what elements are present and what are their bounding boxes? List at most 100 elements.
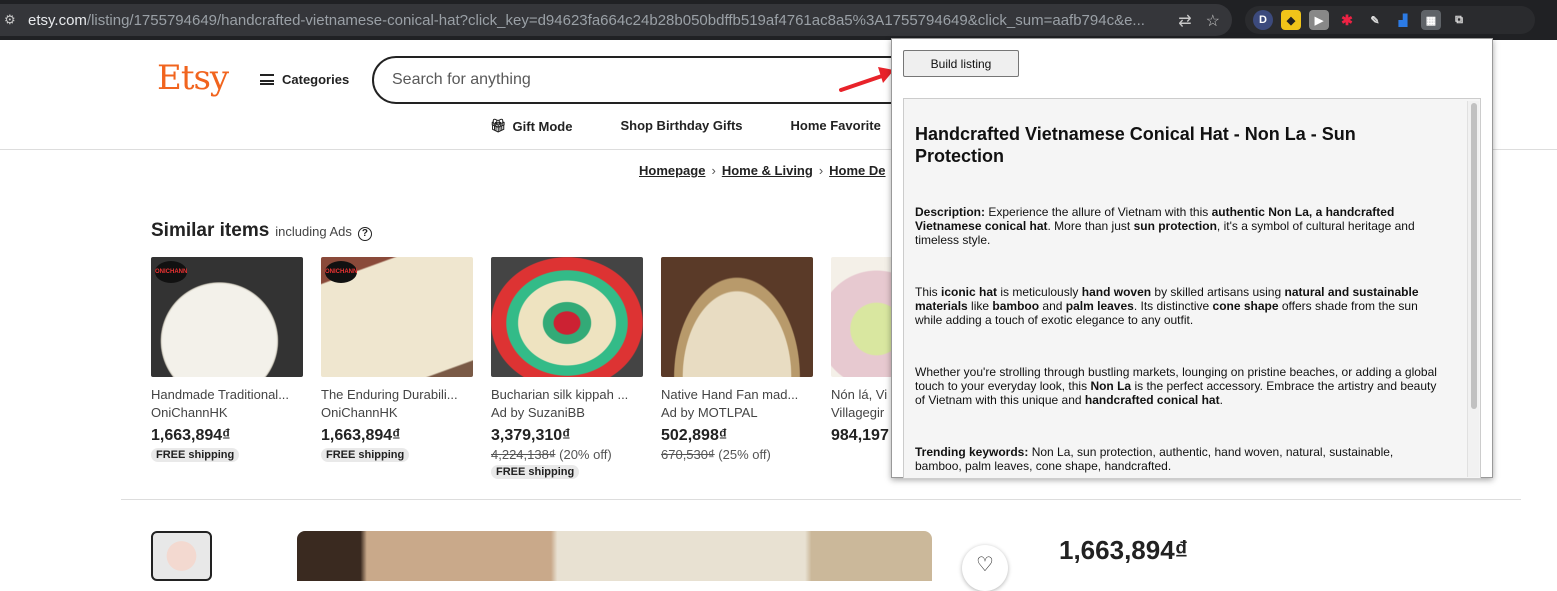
extension-chart-icon[interactable]: ▟ [1393,10,1413,30]
extension-d-icon[interactable]: D [1253,10,1273,30]
free-shipping-badge: FREE shipping [321,448,410,462]
original-price: 4,224,138₫ [491,447,556,462]
free-shipping-badge: FREE shipping [151,448,240,462]
listing-price: 1,663,894₫ [1059,535,1189,565]
url-path: /listing/1755794649/handcrafted-vietname… [86,11,1145,29]
product-title[interactable]: Handmade Traditional... [151,387,303,402]
extension-listing-builder-icon[interactable]: ▦ [1421,10,1441,30]
etsy-logo[interactable]: Etsy [157,58,229,98]
similar-items-subtitle: including Ads [275,224,352,239]
extensions-puzzle-icon[interactable]: ⧉ [1449,10,1469,30]
bold-span: bamboo [992,299,1040,313]
generated-listing-content[interactable]: Handcrafted Vietnamese Conical Hat - Non… [903,98,1481,479]
keywords-label: Trending keywords: [915,445,1029,459]
text-span: . [1219,393,1223,407]
text-span: . More than just [1047,219,1134,233]
extension-spider-icon[interactable]: ✱ [1337,10,1357,30]
product-card[interactable]: ONICHANN The Enduring Durabili... OniCha… [321,257,473,480]
product-card[interactable]: ONICHANN Handmade Traditional... OniChan… [151,257,303,480]
product-image[interactable] [491,257,643,377]
product-price: 3,379,310₫ [491,427,571,444]
bold-span: Non La [1090,379,1132,393]
product-card[interactable]: Native Hand Fan mad... Ad by MOTLPAL 502… [661,257,813,480]
product-card[interactable]: Bucharian silk kippah ... Ad by SuzaniBB… [491,257,643,480]
bold-span: palm leaves [1065,299,1134,313]
text-span: and [1039,299,1066,313]
build-listing-button[interactable]: Build listing [903,50,1019,77]
listing-thumbnail[interactable] [151,531,212,581]
materials-paragraph: This iconic hat is meticulously hand wov… [915,285,1442,327]
product-title[interactable]: Native Hand Fan mad... [661,387,813,402]
listing-main-image[interactable] [297,531,932,581]
sub-navigation: 🎁︎ Gift Mode Shop Birthday Gifts Home Fa… [490,118,881,134]
section-divider [121,499,1521,500]
similar-items-heading: Similar items including Ads ? [151,220,372,242]
breadcrumb-home-living[interactable]: Home & Living [722,163,813,178]
description-label: Description: [915,205,986,219]
shop-birthday-gifts-link[interactable]: Shop Birthday Gifts [620,118,742,134]
breadcrumb-homepage[interactable]: Homepage [639,163,705,178]
usage-paragraph: Whether you're strolling through bustlin… [915,365,1442,407]
product-price: 1,663,894₫ [151,427,231,444]
product-title[interactable]: Bucharian silk kippah ... [491,387,643,402]
product-image[interactable]: ONICHANN [151,257,303,377]
shop-name: Ad by SuzaniBB [491,405,585,420]
favorite-heart-icon[interactable]: ♡ [962,545,1008,591]
help-icon[interactable]: ? [357,227,372,241]
extension-play-icon[interactable]: ▶ [1309,10,1329,30]
bold-span: hand woven [1081,285,1152,299]
keywords-paragraph: Trending keywords: Non La, sun protectio… [915,445,1442,473]
site-settings-icon[interactable]: ⚙ [4,12,20,28]
description-paragraph: Description: Experience the allure of Vi… [915,205,1442,247]
shop-name: OniChannHK [151,405,228,420]
menu-icon [260,74,274,85]
shop-logo-icon: ONICHANN [155,261,187,283]
discount-percent: (25% off) [718,447,771,462]
bookmark-star-icon[interactable]: ☆ [1206,11,1220,31]
product-price: 1,663,894₫ [321,427,401,444]
text-span: Experience the allure of Vietnam with th… [985,205,1212,219]
gift-mode-label: Gift Mode [512,118,573,134]
text-span: is meticulously [997,285,1082,299]
extensions-area: D ◆ ▶ ✱ ✎ ▟ ▦ ⧉ [1245,6,1535,34]
translate-icon[interactable]: ⇄ [1178,11,1191,31]
url-domain: etsy.com [28,11,87,29]
text-span: . Its distinctive [1133,299,1213,313]
original-price-line: 670,530₫ (25% off) [661,447,813,462]
categories-button[interactable]: Categories [260,72,349,87]
similar-items-list: ONICHANN Handmade Traditional... OniChan… [151,257,983,480]
breadcrumb: Homepage › Home & Living › Home De [639,163,886,178]
breadcrumb-separator-icon: › [711,163,716,178]
categories-label: Categories [282,72,350,87]
home-favorites-link[interactable]: Home Favorite [791,118,881,134]
text-span: like [967,299,993,313]
address-bar[interactable]: ⚙ etsy.com/listing/1755794649/handcrafte… [0,4,1232,36]
discount-percent: (20% off) [559,447,612,462]
text-span: by skilled artisans using [1151,285,1285,299]
original-price-line: 4,224,138₫ (20% off) [491,447,643,462]
listing-heading: Handcrafted Vietnamese Conical Hat - Non… [915,124,1356,166]
extension-popup: Build listing Handcrafted Vietnamese Con… [891,38,1493,479]
free-shipping-badge: FREE shipping [491,465,580,479]
similar-items-title: Similar items [151,220,270,241]
bold-span: sun protection [1133,219,1217,233]
shop-logo-icon: ONICHANN [325,261,357,283]
breadcrumb-separator-icon: › [818,163,824,178]
content-scrollbar[interactable] [1467,101,1479,477]
gift-mode-link[interactable]: 🎁︎ Gift Mode [490,118,572,134]
bold-span: handcrafted conical hat [1084,393,1220,407]
bold-span: iconic hat [941,285,998,299]
browser-toolbar: ⚙ etsy.com/listing/1755794649/handcrafte… [0,0,1557,40]
original-price: 670,530₫ [661,447,715,462]
scrollbar-thumb[interactable] [1471,103,1477,409]
bold-span: cone shape [1212,299,1279,313]
product-title[interactable]: The Enduring Durabili... [321,387,473,402]
product-image[interactable]: ONICHANN [321,257,473,377]
url-text[interactable]: etsy.com/listing/1755794649/handcrafted-… [28,12,1158,29]
extension-eyedropper-icon[interactable]: ✎ [1365,10,1385,30]
breadcrumb-home-decor[interactable]: Home De [829,163,885,178]
product-image[interactable] [661,257,813,377]
shop-name: OniChannHK [321,405,398,420]
extension-binance-icon[interactable]: ◆ [1281,10,1301,30]
search-input[interactable] [392,71,872,89]
